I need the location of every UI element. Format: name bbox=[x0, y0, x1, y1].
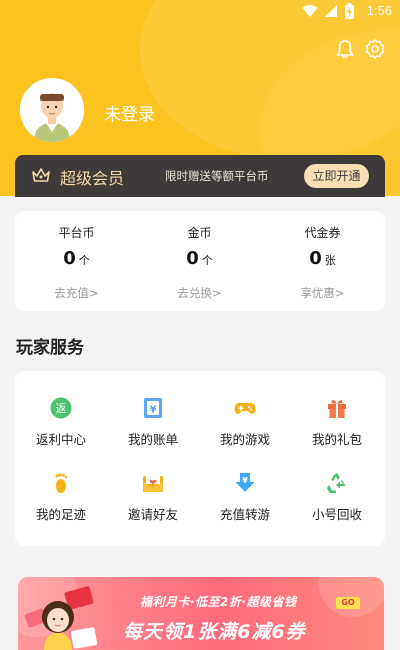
footprint-icon bbox=[55, 473, 68, 493]
recharge-link[interactable]: 去充值> bbox=[15, 285, 138, 301]
wallet-label: 代金券 bbox=[304, 226, 341, 240]
service-transfer[interactable]: ¥ 充值转游 bbox=[199, 472, 291, 532]
banner-offer: 每天领1张满6减6券 bbox=[123, 621, 306, 643]
wallet-voucher[interactable]: 代金券 0张 享优惠> bbox=[261, 211, 384, 311]
vip-banner[interactable]: 超级会员 限时赠送等额平台币 立即开通 bbox=[15, 155, 385, 197]
avatar[interactable] bbox=[20, 78, 84, 142]
vip-title: 超级会员 bbox=[60, 169, 125, 188]
svg-text:¥: ¥ bbox=[150, 405, 157, 416]
transfer-icon: ¥ bbox=[235, 473, 255, 492]
wallet-label: 平台币 bbox=[58, 226, 95, 240]
promo-banner[interactable]: 福利月卡·低至2折·超级省钱 GO 每天领1张满6减6券 bbox=[18, 577, 384, 650]
vip-activate-button[interactable]: 立即开通 bbox=[304, 164, 369, 188]
banner-headline: 福利月卡·低至2折·超级省钱 bbox=[140, 595, 297, 609]
battery-charging-icon bbox=[345, 3, 354, 19]
wifi-icon bbox=[302, 5, 318, 18]
bell-icon[interactable] bbox=[334, 38, 356, 60]
bill-icon: ¥ bbox=[144, 398, 162, 418]
service-recycle[interactable]: 小号回收 bbox=[291, 472, 383, 532]
default-avatar-icon bbox=[20, 78, 84, 142]
wallet-card: 平台币 0个 去充值> 金币 0个 去兑换> 代金券 0张 享优惠> bbox=[15, 211, 385, 311]
services-grid: 返 返利中心 ¥ 我的账单 我的游戏 我的礼包 我的足迹 邀请好友 ¥ 充值转游… bbox=[15, 371, 385, 546]
rebate-icon: 返 bbox=[50, 397, 72, 419]
service-invite[interactable]: 邀请好友 bbox=[107, 472, 199, 532]
service-footprint[interactable]: 我的足迹 bbox=[15, 472, 107, 532]
svg-text:返: 返 bbox=[56, 402, 67, 415]
service-games[interactable]: 我的游戏 bbox=[199, 397, 291, 457]
clock: 1:56 bbox=[366, 3, 392, 18]
status-bar: 1:56 bbox=[0, 0, 400, 24]
wallet-platform-coin[interactable]: 平台币 0个 去充值> bbox=[15, 211, 138, 311]
svg-text:¥: ¥ bbox=[242, 476, 248, 485]
wallet-value: 0个 bbox=[63, 248, 90, 269]
gamepad-icon bbox=[234, 403, 256, 414]
signal-icon bbox=[325, 5, 337, 17]
recycle-icon bbox=[327, 473, 346, 493]
discount-link[interactable]: 享优惠> bbox=[261, 285, 384, 301]
login-prompt[interactable]: 未登录 bbox=[104, 100, 155, 125]
service-gift[interactable]: 我的礼包 bbox=[291, 397, 383, 457]
service-bill[interactable]: ¥ 我的账单 bbox=[107, 397, 199, 457]
exchange-link[interactable]: 去兑换> bbox=[138, 285, 261, 301]
wallet-label: 金币 bbox=[187, 226, 212, 240]
section-title: 玩家服务 bbox=[16, 338, 84, 358]
crown-icon bbox=[32, 168, 50, 182]
wallet-gold-coin[interactable]: 金币 0个 去兑换> bbox=[138, 211, 261, 311]
mascot-girl-illustration-icon bbox=[24, 586, 98, 650]
invite-envelope-icon bbox=[143, 473, 163, 492]
wallet-value: 0个 bbox=[186, 248, 213, 269]
wallet-value: 0张 bbox=[309, 248, 336, 269]
vip-promo-text: 限时赠送等额平台币 bbox=[165, 169, 269, 183]
banner-go-button[interactable]: GO bbox=[336, 597, 360, 609]
service-rebate[interactable]: 返 返利中心 bbox=[15, 397, 107, 457]
gear-icon[interactable] bbox=[364, 38, 386, 60]
gift-icon bbox=[328, 400, 346, 418]
